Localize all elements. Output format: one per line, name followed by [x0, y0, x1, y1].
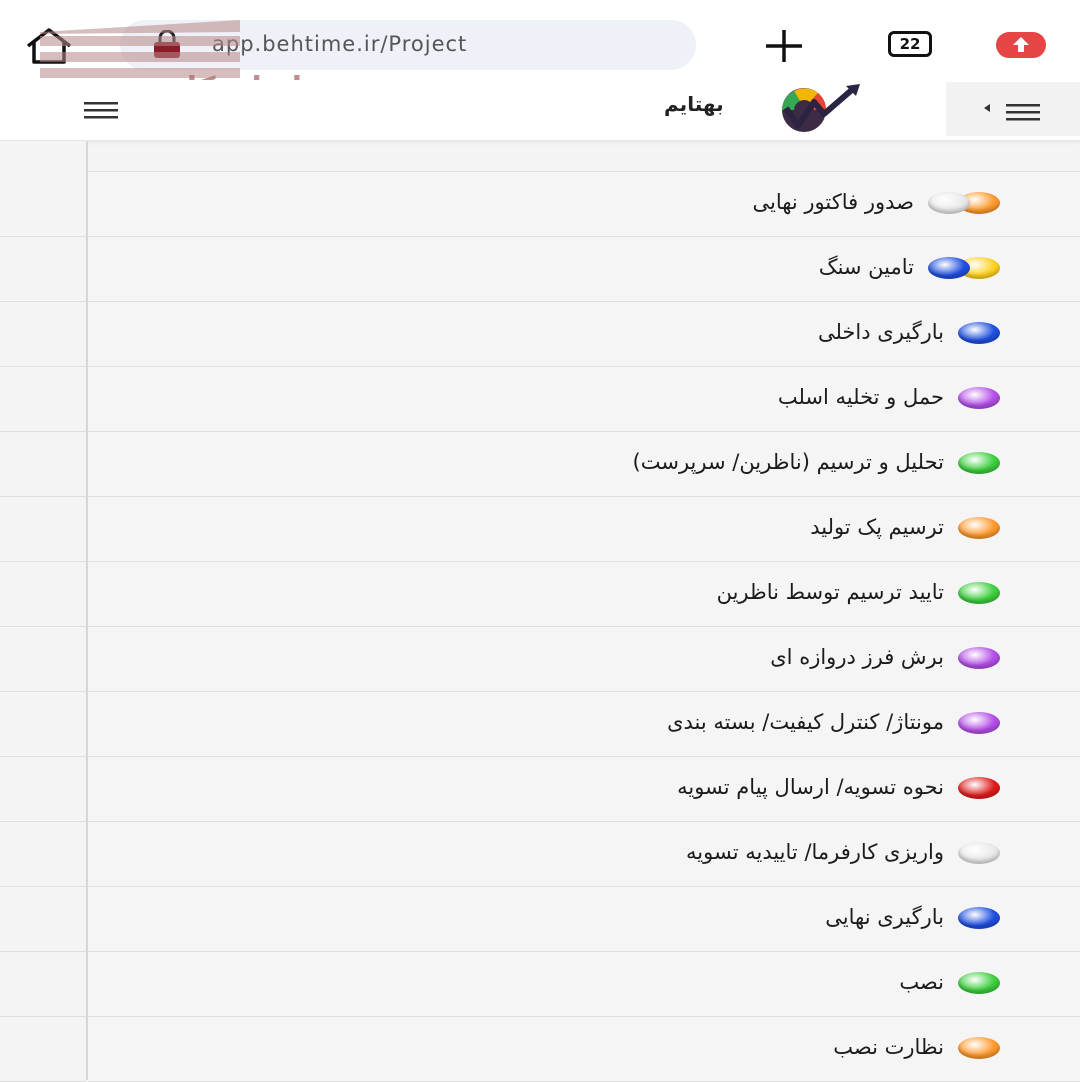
row-left-cell — [0, 367, 86, 432]
status-indicators — [958, 777, 1000, 801]
stage-label: مونتاژ/ کنترل کیفیت/ بسته بندی — [667, 710, 944, 734]
status-dot-icon — [958, 517, 1000, 539]
row-left-cell — [0, 757, 86, 822]
stage-row[interactable]: نصب — [0, 952, 1080, 1017]
row-left-cell — [0, 952, 86, 1017]
status-indicators — [928, 257, 1000, 281]
new-tab-icon[interactable] — [760, 26, 808, 66]
status-dot-icon — [928, 192, 970, 214]
stage-row[interactable]: مونتاژ/ کنترل کیفیت/ بسته بندی — [0, 692, 1080, 757]
stage-row[interactable]: تامین سنگ — [0, 237, 1080, 302]
url-text[interactable]: app.behtime.ir/Project — [212, 32, 467, 56]
stage-row[interactable]: برش فرز دروازه ای — [0, 627, 1080, 692]
stage-label: حمل و تخلیه اسلب — [777, 385, 944, 409]
status-indicators — [958, 972, 1000, 996]
status-indicators — [958, 582, 1000, 606]
stage-label: نصب — [899, 970, 944, 994]
status-indicators — [958, 387, 1000, 411]
row-left-cell — [0, 887, 86, 952]
behtime-logo — [782, 84, 860, 132]
brand-name: بهتایم — [664, 92, 724, 116]
status-dot-icon — [958, 582, 1000, 604]
home-icon[interactable] — [24, 26, 74, 66]
row-left-cell — [0, 627, 86, 692]
hamburger-menu-icon[interactable] — [84, 100, 118, 120]
stage-row[interactable]: واریزی کارفرما/ تاییدیه تسویه — [0, 822, 1080, 887]
row-left-cell — [0, 302, 86, 367]
row-left-cell — [0, 237, 86, 302]
status-dot-icon — [958, 907, 1000, 929]
stage-label: ترسیم پک تولید — [810, 515, 944, 539]
status-dot-icon — [958, 777, 1000, 799]
stage-row[interactable]: نظارت نصب — [0, 1017, 1080, 1082]
stage-row[interactable]: بارگیری داخلی — [0, 302, 1080, 367]
stage-row[interactable]: نحوه تسویه/ ارسال پیام تسویه — [0, 757, 1080, 822]
status-dot-icon — [958, 387, 1000, 409]
status-dot-icon — [958, 647, 1000, 669]
upload-button[interactable] — [996, 32, 1046, 58]
stage-label: صدور فاکتور نهایی — [752, 190, 914, 214]
row-left-cell — [0, 822, 86, 887]
status-indicators — [958, 452, 1000, 476]
row-left-cell — [0, 562, 86, 627]
status-indicators — [958, 322, 1000, 346]
stage-label: تحلیل و ترسیم (ناظرین/ سرپرست) — [632, 450, 944, 474]
lock-icon — [154, 30, 180, 58]
status-indicators — [958, 907, 1000, 931]
arrow-up-icon — [1013, 37, 1029, 52]
stage-row[interactable]: ترسیم پک تولید — [0, 497, 1080, 562]
status-indicators — [958, 842, 1000, 866]
list-top-spacer — [88, 141, 1080, 172]
stage-label: بارگیری داخلی — [817, 320, 944, 344]
status-dot-icon — [958, 842, 1000, 864]
status-indicators — [928, 192, 1000, 216]
status-indicators — [958, 1037, 1000, 1061]
stage-label: تایید ترسیم توسط ناظرین — [716, 580, 944, 604]
status-indicators — [958, 647, 1000, 671]
status-dot-icon — [958, 712, 1000, 734]
stage-label: تامین سنگ — [818, 255, 914, 279]
browser-toolbar: app.behtime.ir/Project 22 — [0, 0, 1080, 81]
row-left-cell — [0, 497, 86, 562]
caret-left-icon — [984, 104, 990, 112]
stage-label: بارگیری نهایی — [825, 905, 944, 929]
stage-list: صدور فاکتور نهایی تامین سنگ بارگیری داخلی ح… — [0, 141, 1080, 1082]
row-left-cell — [0, 692, 86, 757]
stage-label: برش فرز دروازه ای — [770, 645, 944, 669]
stage-label: واریزی کارفرما/ تاییدیه تسویه — [686, 840, 944, 864]
stage-row[interactable]: تحلیل و ترسیم (ناظرین/ سرپرست) — [0, 432, 1080, 497]
status-dot-icon — [958, 322, 1000, 344]
row-left-cell — [0, 432, 86, 497]
row-left-cell — [0, 172, 86, 237]
app-header: بهتایم — [0, 80, 1080, 141]
hamburger-menu-icon[interactable] — [1006, 102, 1040, 122]
stage-row[interactable]: حمل و تخلیه اسلب — [0, 367, 1080, 432]
status-indicators — [958, 517, 1000, 541]
status-dot-icon — [958, 452, 1000, 474]
stage-label: نظارت نصب — [833, 1035, 944, 1059]
stage-row[interactable]: بارگیری نهایی — [0, 887, 1080, 952]
status-dot-icon — [958, 1037, 1000, 1059]
stage-row[interactable]: صدور فاکتور نهایی — [0, 172, 1080, 237]
status-dot-icon — [958, 972, 1000, 994]
status-dot-icon — [928, 257, 970, 279]
status-indicators — [958, 712, 1000, 736]
row-left-cell — [0, 1017, 86, 1082]
tab-count-button[interactable]: 22 — [888, 31, 932, 57]
stage-label: نحوه تسویه/ ارسال پیام تسویه — [677, 775, 944, 799]
stage-row[interactable]: تایید ترسیم توسط ناظرین — [0, 562, 1080, 627]
